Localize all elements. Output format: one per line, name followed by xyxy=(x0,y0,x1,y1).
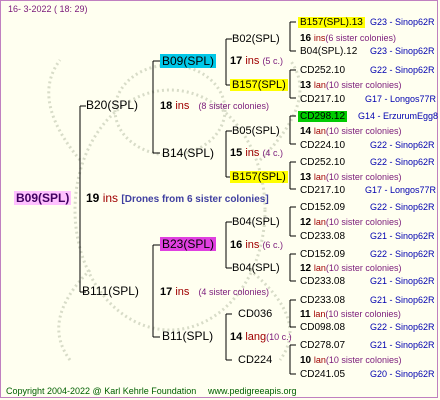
leaf-4: 13 lan(10 sister colonies) xyxy=(300,80,402,91)
footer-url[interactable]: www.pedigreeapis.org xyxy=(208,385,297,398)
node-b157a[interactable]: B157(SPL) xyxy=(230,79,288,92)
leaf-1: 16 ins(6 sister colonies) xyxy=(300,33,396,44)
leaf-2[interactable]: B04(SPL).12 G23 - Sinop62R xyxy=(300,45,435,58)
root-node[interactable]: B09(SPL) xyxy=(14,191,72,205)
leaf-15[interactable]: CD152.09 G22 - Sinop62R xyxy=(300,248,435,261)
node-b11[interactable]: B11(SPL) xyxy=(162,330,213,343)
leaf-10: 13 lan(10 sister colonies) xyxy=(300,172,402,183)
node-b11-info: 14 lang(10 c.) xyxy=(230,331,292,343)
root-note: [Drones from 6 sister colonies] xyxy=(121,194,269,205)
root-name: B09(SPL) xyxy=(14,191,72,205)
leaf-8[interactable]: CD224.10 G22 - Sinop62R xyxy=(300,139,435,152)
node-b20-info: 18 ins (8 sister colonies) xyxy=(160,100,269,112)
node-b05[interactable]: B05(SPL) xyxy=(232,125,280,138)
leaf-23[interactable]: CD241.05 G20 - Sinop62R xyxy=(300,368,435,381)
leaf-22: 10 lan(10 sister colonies) xyxy=(300,355,402,366)
leaf-20[interactable]: CD098.08 G22 - Sinop62R xyxy=(300,321,435,334)
leaf-14[interactable]: CD233.08 G21 - Sinop62R xyxy=(300,230,435,243)
leaf-6[interactable]: CD298.12 G14 - ErzurumEgg8 xyxy=(298,110,438,123)
node-b23[interactable]: B23(SPL) xyxy=(160,237,217,251)
node-b14-info: 15 ins (4 c.) xyxy=(230,147,283,159)
leaf-0[interactable]: B157(SPL).13 G23 - Sinop62R xyxy=(298,16,435,29)
node-b04a[interactable]: B04(SPL) xyxy=(232,216,280,229)
node-cd036[interactable]: CD036 xyxy=(238,308,272,321)
node-b20[interactable]: B20(SPL) xyxy=(86,99,138,112)
leaf-3[interactable]: CD252.10 G22 - Sinop62R xyxy=(300,64,435,77)
leaf-12[interactable]: CD152.09 G22 - Sinop62R xyxy=(300,201,435,214)
node-b111-info: 17 ins (4 sister colonies) xyxy=(160,286,269,298)
leaf-16: 12 lan(10 sister colonies) xyxy=(300,263,402,274)
leaf-11[interactable]: CD217.10 G17 - Longos77R xyxy=(300,184,436,197)
leaf-5[interactable]: CD217.10 G17 - Longos77R xyxy=(300,93,436,106)
leaf-18[interactable]: CD233.08 G21 - Sinop62R xyxy=(300,294,435,307)
footer-copyright: Copyright 2004-2022 @ Karl Kehrle Founda… xyxy=(6,386,197,396)
node-b111[interactable]: B111(SPL) xyxy=(82,285,139,298)
leaf-13: 12 lan(10 sister colonies) xyxy=(300,217,402,228)
date-header: 16- 3-2022 ( 18: 29) xyxy=(8,4,88,14)
node-b02[interactable]: B02(SPL) xyxy=(232,33,280,46)
node-b04b[interactable]: B04(SPL) xyxy=(232,262,280,275)
node-cd224[interactable]: CD224 xyxy=(238,354,272,367)
root-count: 19 xyxy=(86,191,100,205)
node-b09[interactable]: B09(SPL) xyxy=(160,54,217,68)
root-unit: ins xyxy=(102,191,119,205)
root-info: 19 ins [Drones from 6 sister colonies] xyxy=(86,192,269,206)
leaf-19: 11 lan(10 sister colonies) xyxy=(300,309,401,320)
leaf-9[interactable]: CD252.10 G22 - Sinop62R xyxy=(300,156,435,169)
leaf-7: 14 lan(10 sister colonies) xyxy=(300,126,402,137)
node-b157b[interactable]: B157(SPL) xyxy=(230,171,288,184)
node-b14[interactable]: B14(SPL) xyxy=(162,147,214,160)
leaf-17[interactable]: CD233.08 G21 - Sinop62R xyxy=(300,275,435,288)
node-b09-info: 17 ins (5 c.) xyxy=(230,55,283,67)
leaf-21[interactable]: CD278.07 G21 - Sinop62R xyxy=(300,339,435,352)
node-b23-info: 16 ins (6 c.) xyxy=(230,239,283,251)
